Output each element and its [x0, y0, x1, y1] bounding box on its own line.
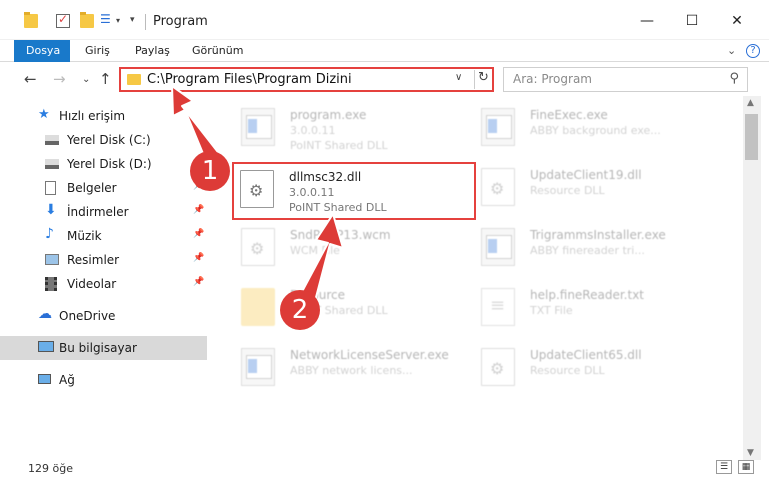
step-2-badge: 2: [280, 290, 320, 330]
annotation-arrows: [171, 85, 344, 306]
step-1-badge: 1: [190, 151, 230, 191]
